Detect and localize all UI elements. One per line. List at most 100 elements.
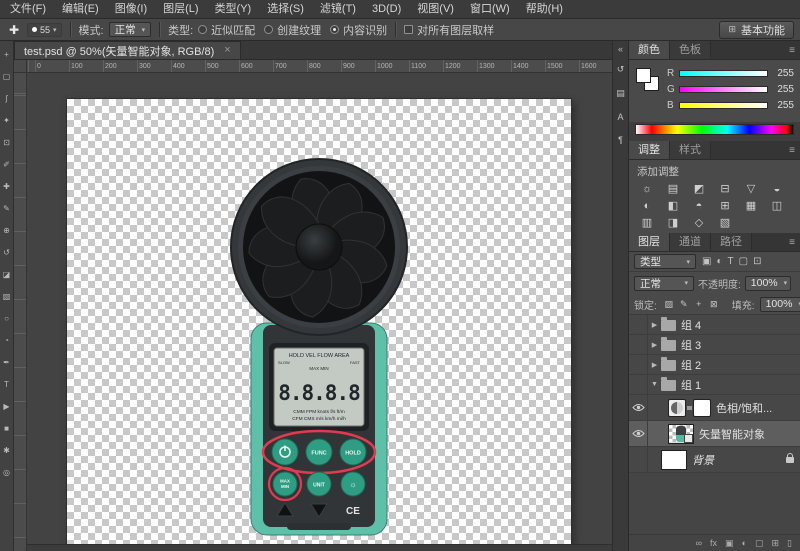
- posterize-icon[interactable]: ▥: [635, 214, 659, 231]
- expand-panels-icon[interactable]: «: [618, 44, 623, 54]
- visibility-toggle[interactable]: [629, 315, 648, 334]
- vibrance-icon[interactable]: ▽: [739, 180, 763, 197]
- properties-panel-icon[interactable]: ▤: [616, 88, 625, 99]
- menu-item[interactable]: 编辑(E): [54, 0, 107, 19]
- visibility-toggle[interactable]: [629, 375, 648, 394]
- group-chevron-icon[interactable]: ▶: [648, 361, 661, 369]
- channel-value[interactable]: 255: [772, 68, 794, 79]
- zoom-tool-icon[interactable]: ◎: [0, 461, 13, 483]
- new-layer-icon[interactable]: ⊞: [772, 538, 780, 549]
- menu-item[interactable]: 视图(V): [409, 0, 462, 19]
- paragraph-panel-icon[interactable]: ¶: [618, 135, 623, 145]
- layer-row[interactable]: 色相/饱和...: [629, 395, 800, 421]
- opacity-input[interactable]: 100% ▾: [744, 275, 791, 291]
- layer-thumbnail[interactable]: [661, 449, 687, 470]
- channel-mixer-icon[interactable]: ⊞: [713, 197, 737, 214]
- layer-name[interactable]: 组 4: [681, 317, 800, 333]
- spot-healing-brush-tool-icon[interactable]: ✚: [0, 175, 13, 197]
- layer-row[interactable]: ▶ 组 2: [629, 355, 800, 375]
- history-panel-icon[interactable]: ↺: [617, 64, 625, 75]
- heal-type-radio[interactable]: 内容识别: [330, 22, 387, 38]
- menu-item[interactable]: 图像(I): [107, 0, 155, 19]
- exposure-icon[interactable]: ⊟: [713, 180, 737, 197]
- type-tool-icon[interactable]: T: [0, 373, 13, 395]
- hand-tool-icon[interactable]: ✱: [0, 439, 13, 461]
- visibility-toggle[interactable]: [629, 335, 648, 354]
- layer-name[interactable]: 矢量智能对象: [699, 426, 800, 442]
- new-group-icon[interactable]: ▢: [755, 538, 764, 549]
- layer-row[interactable]: ▶ 组 3: [629, 335, 800, 355]
- move-tool-icon[interactable]: +: [0, 43, 13, 65]
- hue-saturation-icon[interactable]: ◒: [765, 180, 789, 197]
- filter-pixel-layers-icon[interactable]: ▣: [702, 256, 711, 267]
- color-lookup-icon[interactable]: ▦: [739, 197, 763, 214]
- eraser-tool-icon[interactable]: ◪: [0, 263, 13, 285]
- ruler-origin[interactable]: [14, 60, 27, 73]
- workspace-switcher-button[interactable]: ⊞ 基本功能: [719, 20, 794, 39]
- threshold-icon[interactable]: ◨: [661, 214, 685, 231]
- layer-name[interactable]: 组 1: [681, 377, 800, 393]
- heal-type-radio[interactable]: 近似匹配: [198, 22, 255, 38]
- layer-row[interactable]: ▶ 组 4: [629, 315, 800, 335]
- brush-preset-picker[interactable]: 55 ▾: [27, 22, 62, 37]
- layer-thumbnail[interactable]: [661, 377, 676, 391]
- pen-tool-icon[interactable]: ✒: [0, 351, 13, 373]
- filter-shape-layers-icon[interactable]: ▢: [739, 256, 748, 267]
- sample-all-layers-checkbox[interactable]: 对所有图层取样: [404, 22, 494, 38]
- visibility-toggle[interactable]: [629, 395, 648, 420]
- shape-tool-icon[interactable]: ■: [0, 417, 13, 439]
- gradient-map-icon[interactable]: ▧: [713, 214, 737, 231]
- group-chevron-icon[interactable]: ▶: [648, 321, 661, 329]
- layer-thumbnail[interactable]: [661, 317, 676, 331]
- black-white-icon[interactable]: ◧: [661, 197, 685, 214]
- add-layer-mask-icon[interactable]: ▣: [725, 538, 734, 549]
- panel-menu-icon[interactable]: ≡: [784, 41, 800, 59]
- eyedropper-tool-icon[interactable]: ✐: [0, 153, 13, 175]
- lock-transparent-pixels-icon[interactable]: ▨: [664, 299, 674, 310]
- layer-name[interactable]: 色相/饱和...: [716, 400, 800, 416]
- gradient-tool-icon[interactable]: ▧: [0, 285, 13, 307]
- visibility-toggle[interactable]: [629, 447, 648, 472]
- panel-tab[interactable]: 调整: [629, 141, 670, 159]
- lasso-tool-icon[interactable]: ʃ: [0, 87, 13, 109]
- marquee-tool-icon[interactable]: ▢: [0, 65, 13, 87]
- brush-tool-icon[interactable]: ✎: [0, 197, 13, 219]
- panel-tab[interactable]: 样式: [670, 141, 711, 159]
- canvas-area[interactable]: HOLD VEL FLOW AREA SLOW FAST MAX MIN 8.8…: [27, 73, 612, 551]
- layer-thumbnail[interactable]: [668, 423, 694, 444]
- path-selection-tool-icon[interactable]: ▶: [0, 395, 13, 417]
- mode-select[interactable]: 正常 ▾: [108, 22, 152, 37]
- layer-thumbnail[interactable]: [668, 398, 686, 417]
- menu-item[interactable]: 3D(D): [364, 0, 409, 19]
- layer-row[interactable]: 背景: [629, 447, 800, 473]
- document-canvas[interactable]: HOLD VEL FLOW AREA SLOW FAST MAX MIN 8.8…: [67, 99, 571, 544]
- menu-item[interactable]: 帮助(H): [518, 0, 571, 19]
- panel-tab[interactable]: 路径: [711, 233, 752, 251]
- menu-item[interactable]: 窗口(W): [462, 0, 518, 19]
- layer-row[interactable]: 矢量智能对象: [629, 421, 800, 447]
- lock-image-pixels-icon[interactable]: ✎: [679, 299, 689, 310]
- lock-all-icon[interactable]: ⊠: [709, 299, 719, 310]
- history-brush-tool-icon[interactable]: ↺: [0, 241, 13, 263]
- panel-tab[interactable]: 图层: [629, 233, 670, 251]
- filter-smart-objects-icon[interactable]: ⊡: [753, 256, 761, 267]
- layer-effects-icon[interactable]: fx: [710, 538, 717, 548]
- levels-icon[interactable]: ▤: [661, 180, 685, 197]
- layer-thumbnail[interactable]: [661, 357, 676, 371]
- filter-adjustment-layers-icon[interactable]: ◐: [716, 256, 722, 267]
- clone-stamp-tool-icon[interactable]: ⊕: [0, 219, 13, 241]
- blur-tool-icon[interactable]: ○: [0, 307, 13, 329]
- fill-input[interactable]: 100% ▾: [759, 296, 800, 312]
- channel-slider[interactable]: [679, 102, 768, 109]
- spot-healing-brush-icon[interactable]: ✚: [6, 23, 22, 37]
- curves-icon[interactable]: ◩: [687, 180, 711, 197]
- blend-mode-select[interactable]: 正常 ▾: [634, 275, 694, 291]
- menu-item[interactable]: 类型(Y): [207, 0, 260, 19]
- layer-row[interactable]: ▼ 组 1: [629, 375, 800, 395]
- quick-selection-tool-icon[interactable]: ✦: [0, 109, 13, 131]
- channel-slider[interactable]: [679, 86, 768, 93]
- group-chevron-icon[interactable]: ▶: [648, 341, 661, 349]
- link-layers-icon[interactable]: ∞: [696, 538, 702, 548]
- color-balance-icon[interactable]: ◐: [635, 197, 659, 214]
- visibility-toggle[interactable]: [629, 355, 648, 374]
